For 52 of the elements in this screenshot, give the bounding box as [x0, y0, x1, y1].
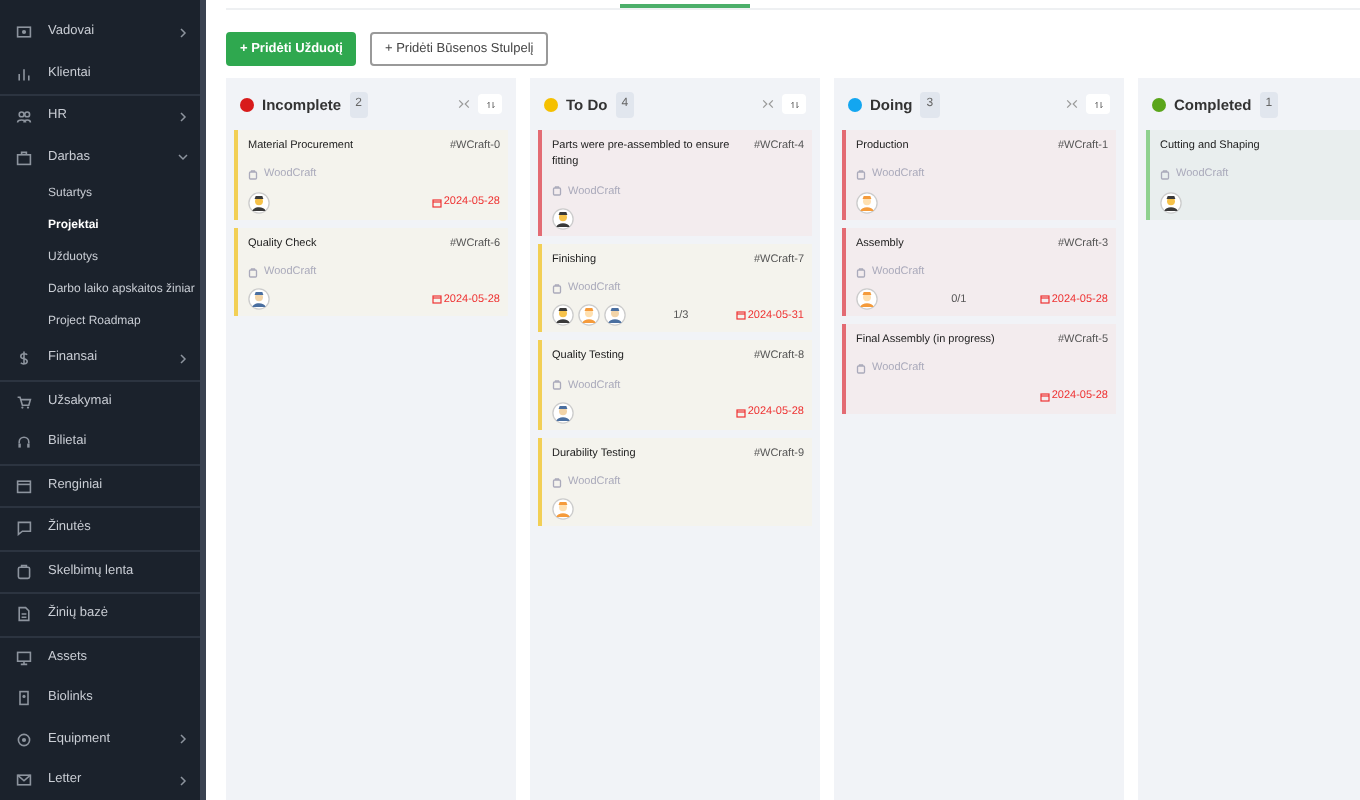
avatar-icon — [248, 191, 270, 214]
project-icon — [552, 283, 562, 294]
calendar-icon — [1039, 391, 1050, 402]
project-icon — [856, 364, 866, 375]
calendar-icon — [1039, 294, 1050, 305]
collapse-icon[interactable] — [762, 98, 774, 111]
calendar-icon — [735, 407, 746, 418]
avatar-icon — [552, 304, 574, 327]
project-icon — [552, 380, 562, 391]
document-icon — [16, 606, 32, 623]
settings-icon — [16, 731, 32, 748]
project-icon — [856, 267, 866, 278]
avatar-icon — [248, 288, 270, 311]
avatar-icon — [552, 207, 574, 230]
project-icon — [552, 477, 562, 488]
avatar-icon — [604, 304, 626, 327]
chart-icon — [16, 65, 32, 82]
envelope-icon — [16, 772, 32, 789]
collapse-icon[interactable] — [458, 98, 470, 111]
monitor-icon — [16, 649, 32, 666]
chat-icon — [16, 520, 32, 537]
dollar-icon — [16, 350, 32, 367]
avatar-icon — [552, 498, 574, 521]
cart-icon — [16, 393, 32, 410]
sort-button[interactable] — [478, 94, 502, 115]
sort-icon — [485, 99, 495, 110]
avatar-icon — [856, 288, 878, 311]
collapse-icon[interactable] — [1066, 98, 1078, 111]
id-card-icon — [16, 24, 32, 41]
calendar-icon — [431, 197, 442, 208]
briefcase-icon — [16, 149, 32, 166]
project-icon — [248, 267, 258, 278]
headset-icon — [16, 434, 32, 451]
project-icon — [1160, 170, 1170, 181]
active-tab-indicator — [620, 4, 750, 8]
calendar-icon — [735, 310, 746, 321]
clipboard-icon — [16, 563, 32, 580]
badge-icon — [16, 690, 32, 707]
sort-button[interactable] — [782, 94, 806, 115]
avatar-icon — [578, 304, 600, 327]
project-icon — [856, 170, 866, 181]
sort-icon — [1093, 99, 1103, 110]
avatar-icon — [1160, 191, 1182, 214]
avatar-icon — [552, 401, 574, 424]
sort-button[interactable] — [1086, 94, 1110, 115]
avatar-icon — [856, 191, 878, 214]
sort-icon — [789, 99, 799, 110]
calendar-icon — [431, 294, 442, 305]
project-icon — [248, 170, 258, 181]
people-icon — [16, 108, 32, 125]
calendar-icon — [16, 477, 32, 494]
project-icon — [552, 186, 562, 197]
